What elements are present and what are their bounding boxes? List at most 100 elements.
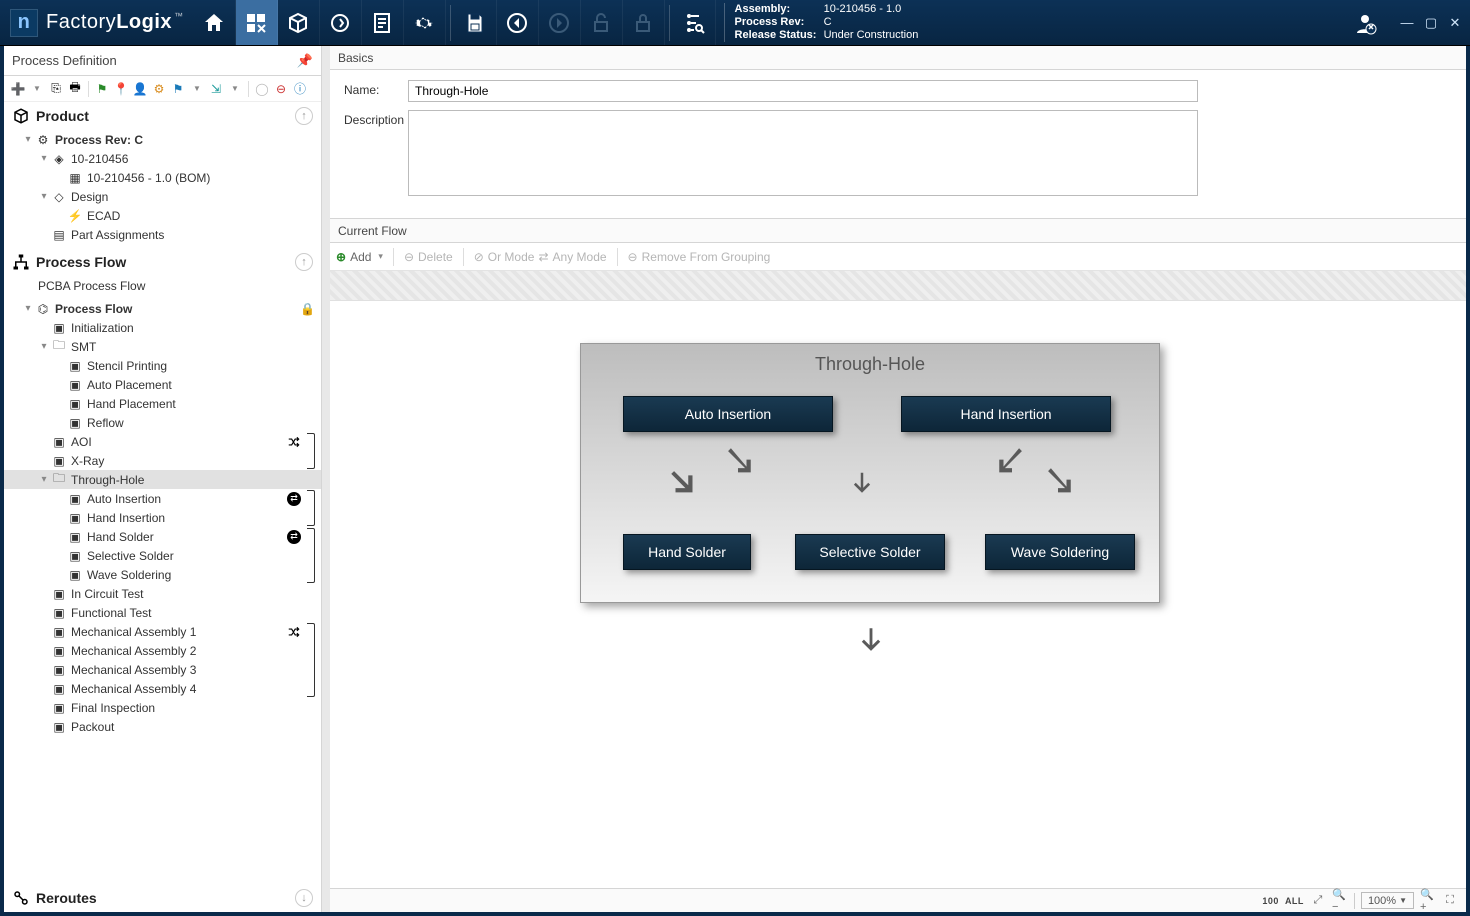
tree-label: Design [71, 190, 315, 204]
pin-small-icon[interactable]: 📍 [113, 81, 129, 97]
tree-node-pcba[interactable]: PCBA Process Flow [4, 276, 321, 295]
arrow-down-icon [854, 621, 888, 661]
expand-down-icon[interactable]: ↓ [295, 889, 313, 907]
dropdown-icon[interactable]: ▼ [227, 81, 243, 97]
op-selective-solder[interactable]: Selective Solder [795, 534, 945, 570]
tree-node-ecad[interactable]: ⚡ECAD [4, 206, 321, 225]
tree-node-bom[interactable]: ▦10-210456 - 1.0 (BOM) [4, 168, 321, 187]
save-button[interactable] [455, 0, 497, 45]
tree-node-mech3[interactable]: ▣Mechanical Assembly 3 [4, 660, 307, 679]
tree-node-selsolder[interactable]: ▣Selective Solder [4, 546, 307, 565]
arrow-icon [1041, 464, 1075, 498]
toolbar-separator [450, 5, 451, 41]
delete-button[interactable]: ⊖Delete [404, 250, 453, 264]
tree-node-finalinsp[interactable]: ▣Final Inspection [4, 698, 321, 717]
forward-button[interactable] [539, 0, 581, 45]
hierarchy-search-button[interactable] [674, 0, 716, 45]
ok-circle-icon[interactable]: ◯ [254, 81, 270, 97]
op-wave-soldering[interactable]: Wave Soldering [985, 534, 1135, 570]
section-product[interactable]: Product ↑ [4, 102, 321, 130]
assembly-value: 10-210456 - 1.0 [824, 3, 902, 15]
tree-node-mech2[interactable]: ▣Mechanical Assembly 2 [4, 641, 307, 660]
person-icon[interactable]: 👤 [132, 81, 148, 97]
window-minimize-button[interactable]: — [1398, 14, 1416, 32]
back-button[interactable] [497, 0, 539, 45]
zoom-readout[interactable]: 100% ▼ [1361, 892, 1414, 909]
description-input[interactable] [408, 110, 1198, 196]
removegroup-button[interactable]: ⊖Remove From Grouping [628, 250, 771, 264]
flow-group-throughhole[interactable]: Through-Hole Auto Insertion Hand Inserti… [580, 343, 1160, 603]
print-icon[interactable]: 🖶 [67, 81, 83, 97]
info-circle-icon[interactable]: ⓘ [292, 81, 308, 97]
cycle-button[interactable] [320, 0, 362, 45]
copy-icon[interactable]: ⎘ [48, 81, 64, 97]
add-button[interactable]: ⊕Add [336, 250, 383, 264]
zoom-fit-icon[interactable]: ⤢ [1310, 893, 1326, 909]
tree-node-handins[interactable]: ▣Hand Insertion [4, 508, 307, 527]
splitter[interactable] [322, 46, 330, 912]
anymode-button[interactable]: ⇄Any Mode [538, 250, 606, 264]
home-button[interactable] [194, 0, 236, 45]
gear-small-icon[interactable]: ⚙ [151, 81, 167, 97]
collapse-up-icon[interactable]: ↑ [295, 107, 313, 125]
collapse-up-icon[interactable]: ↑ [295, 253, 313, 271]
tree-node-procrev[interactable]: ▾⚙Process Rev: C [4, 130, 321, 149]
settings-button[interactable] [404, 0, 446, 45]
tree-node-mech1[interactable]: ▣Mechanical Assembly 1 [4, 622, 307, 641]
tree-node-handplace[interactable]: ▣Hand Placement [4, 394, 321, 413]
document-button[interactable] [362, 0, 404, 45]
ormode-button[interactable]: ⊘Or Mode [474, 250, 535, 264]
pin-icon[interactable]: 📌 [297, 53, 313, 69]
tree-node-init[interactable]: ▣Initialization [4, 318, 321, 337]
tree-node-functest[interactable]: ▣Functional Test [4, 603, 321, 622]
cube-icon: ◈ [51, 151, 67, 167]
section-reroutes[interactable]: Reroutes ↓ [4, 884, 321, 912]
zoom-in-icon[interactable]: 🔍+ [1420, 893, 1436, 909]
list-icon: ▦ [67, 170, 83, 186]
name-input[interactable] [408, 80, 1198, 102]
flag-blue-icon[interactable]: ⚑ [170, 81, 186, 97]
tree-label: Stencil Printing [87, 359, 315, 373]
zoom-out-icon[interactable]: 🔍− [1332, 893, 1348, 909]
op-hand-solder[interactable]: Hand Solder [623, 534, 751, 570]
tree-node-throughhole[interactable]: ▾🗀Through-Hole [4, 470, 321, 489]
tree-node-xray[interactable]: ▣X-Ray [4, 451, 307, 470]
flow-canvas[interactable]: Through-Hole Auto Insertion Hand Inserti… [330, 271, 1466, 888]
tree-node-mech4[interactable]: ▣Mechanical Assembly 4 [4, 679, 307, 698]
tree-node-ict[interactable]: ▣In Circuit Test [4, 584, 321, 603]
tree-node-reflow[interactable]: ▣Reflow [4, 413, 321, 432]
basics-header-label: Basics [338, 51, 373, 65]
tree-node-autoins[interactable]: ▣Auto Insertion⇄ [4, 489, 307, 508]
tree-node-partassign[interactable]: ▤Part Assignments [4, 225, 321, 244]
user-icon[interactable] [1352, 10, 1378, 36]
tree-node-assembly[interactable]: ▾◈10-210456 [4, 149, 321, 168]
lock-button[interactable] [623, 0, 665, 45]
unlock-button[interactable] [581, 0, 623, 45]
tree-node-aoi[interactable]: ▣AOI [4, 432, 307, 451]
window-restore-button[interactable]: ▢ [1422, 14, 1440, 32]
fullscreen-icon[interactable]: ⛶ [1442, 893, 1458, 909]
dropdown-icon[interactable]: ▼ [29, 81, 45, 97]
tree-node-processflow[interactable]: ▾⌬Process Flow🔒 [4, 299, 321, 318]
op-auto-insertion[interactable]: Auto Insertion [623, 396, 833, 432]
tree-node-handsolder[interactable]: ▣Hand Solder⇄ [4, 527, 307, 546]
tree-node-wavesolder[interactable]: ▣Wave Soldering [4, 565, 307, 584]
window-close-button[interactable]: ✕ [1446, 14, 1464, 32]
remove-circle-icon[interactable]: ⊖ [273, 81, 289, 97]
export-icon[interactable]: ⇲ [208, 81, 224, 97]
tree-node-design[interactable]: ▾◇Design [4, 187, 321, 206]
dropdown-icon[interactable]: ▼ [189, 81, 205, 97]
package-button[interactable] [278, 0, 320, 45]
op-hand-insertion[interactable]: Hand Insertion [901, 396, 1111, 432]
grid-edit-button[interactable] [236, 0, 278, 45]
op-icon: ▣ [51, 586, 67, 602]
canvas-dropzone[interactable] [330, 271, 1466, 301]
tree-node-smt[interactable]: ▾🗀SMT [4, 337, 321, 356]
section-processflow[interactable]: Process Flow ↑ [4, 248, 321, 276]
tree-node-autoplace[interactable]: ▣Auto Placement [4, 375, 321, 394]
trademark-icon: ™ [174, 11, 184, 21]
tree-node-packout[interactable]: ▣Packout [4, 717, 321, 736]
flag-green-icon[interactable]: ⚑ [94, 81, 110, 97]
tree-node-stencil[interactable]: ▣Stencil Printing [4, 356, 321, 375]
add-icon[interactable]: ➕ [10, 81, 26, 97]
